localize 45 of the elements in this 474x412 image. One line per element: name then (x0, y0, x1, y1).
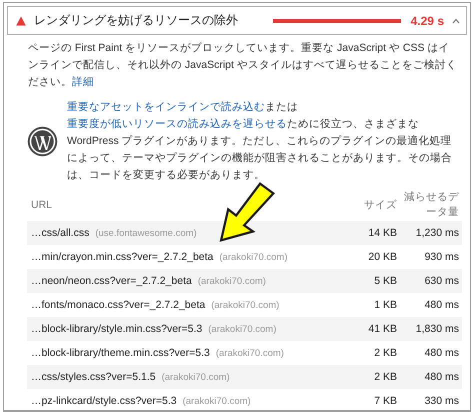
resource-host: (arakoki70.com) (162, 372, 230, 383)
savings-cell-text: 1,830 ms (414, 323, 460, 335)
resource-url: …pz-linkcard/style.css?ver=5.3 (31, 395, 177, 407)
resource-host: (use.fontawesome.com) (95, 228, 197, 239)
resource-url: …min/crayon.min.css?ver=_2.7.2_beta (31, 251, 214, 263)
resource-url: …neon/neon.css?ver=_2.7.2_beta (31, 275, 192, 287)
audit-description: ページの First Paint をリソースがブロックしています。重要な JavaScript や CSS はインラインで配信し、それ以外の JavaScript やスタイルはすべて遅らせることをご検討ください。詳細 (28, 41, 458, 90)
learn-more-link[interactable]: 詳細 (72, 76, 94, 88)
savings-cell-text: 630 ms (424, 275, 460, 287)
wordpress-logo-icon (27, 126, 58, 157)
resource-url: …fonts/monaco.css?ver=_2.7.2_beta (31, 299, 206, 311)
size-cell-text: 5 KB (373, 275, 397, 287)
column-header: サイズ (363, 198, 397, 212)
resource-host: (arakoki70.com) (216, 348, 284, 359)
resource-host: (arakoki70.com) (198, 276, 266, 287)
warning-triangle-icon (16, 16, 26, 26)
resource-host: (arakoki70.com) (211, 300, 280, 311)
size-cell-text: 7 KB (373, 395, 397, 407)
resource-url: …css/all.css (31, 227, 90, 239)
savings-cell-text: 930 ms (424, 251, 460, 263)
size-cell-text: 2 KB (373, 347, 397, 359)
resource-url: …block-library/theme.min.css?ver=5.3 (31, 347, 210, 359)
resource-url: …block-library/style.min.css?ver=5.3 (31, 323, 202, 335)
savings-cell-text: 1,230 ms (414, 227, 460, 239)
column-header: 減らせるデータ量 (403, 190, 460, 220)
audit-value: 4.29 s (410, 14, 444, 28)
resource-host: (arakoki70.com) (182, 396, 251, 407)
audit-title: レンダリングを妨げるリソースの除外 (34, 12, 239, 29)
resource-host: (arakoki70.com) (208, 324, 276, 335)
size-cell-text: 2 KB (373, 371, 397, 383)
column-header: URL (30, 198, 54, 210)
advice-link[interactable]: 重要度が低いリソースの読み込みを遅らせる (67, 118, 287, 130)
savings-cell-text: 330 ms (424, 395, 460, 407)
size-cell-text: 14 KB (367, 227, 397, 239)
advice-link[interactable]: 重要なアセットをインラインで読み込む (67, 101, 265, 113)
savings-cell-text: 480 ms (424, 371, 460, 383)
resource-url: …css/styles.css?ver=5.1.5 (31, 371, 156, 383)
size-cell-text: 41 KB (367, 323, 397, 335)
savings-cell-text: 480 ms (424, 299, 460, 311)
wordpress-advice-text: 重要なアセットをインラインで読み込む または 重要度が低いリソースの読み込みを遅らせる ために役立つ、さまざまな WordPress プラグインがあります。ただし、これらのプラグインの最適化処理によって、テーマやプラグインの機能が阻害されることがあります。その場合は、コードを変更する必要があります。 (67, 100, 453, 183)
size-cell-text: 1 KB (373, 299, 397, 311)
resource-host: (arakoki70.com) (219, 252, 288, 263)
savings-cell-text: 480 ms (424, 347, 460, 359)
chevron-icon[interactable] (452, 18, 460, 24)
size-cell-text: 20 KB (367, 251, 397, 263)
